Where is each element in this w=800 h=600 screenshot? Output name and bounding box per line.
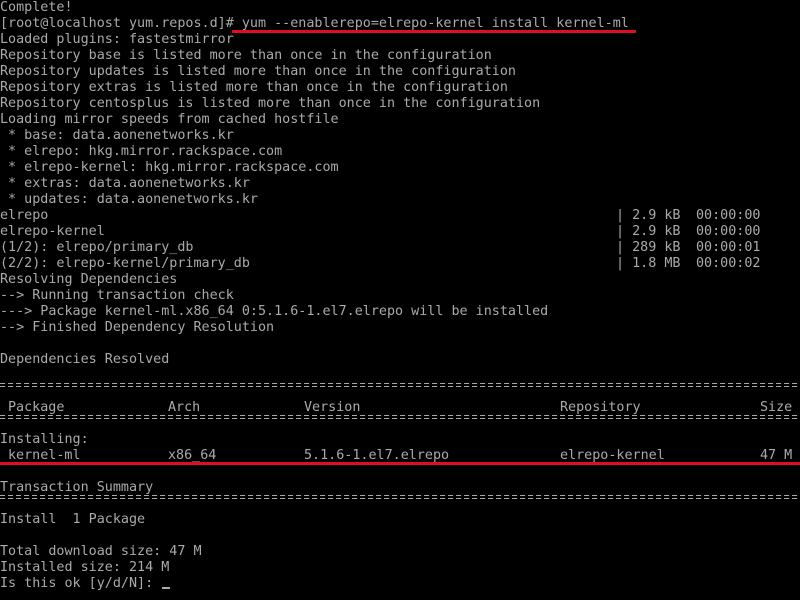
- row-underline: [0, 462, 800, 465]
- output-line: Repository extras is listed more than on…: [0, 80, 508, 95]
- output-line: Loaded plugins: fastestmirror: [0, 32, 234, 47]
- download-time: 00:00:01: [696, 240, 761, 255]
- separator-line: [0, 382, 800, 388]
- download-name: elrepo: [0, 208, 49, 223]
- download-size: | 2.9 kB: [616, 224, 681, 239]
- terminal-window[interactable]: Complete! [root@localhost yum.repos.d]# …: [0, 0, 800, 600]
- download-name: elrepo-kernel: [0, 224, 105, 239]
- summary-install: Install 1 Package: [0, 512, 146, 527]
- text-cursor: [162, 587, 171, 589]
- section-label: Installing:: [0, 432, 89, 447]
- download-name: (2/2): elrepo-kernel/primary_db: [0, 256, 250, 271]
- download-size: | 1.8 MB: [616, 256, 681, 271]
- summary-download-size: Total download size: 47 M: [0, 544, 202, 559]
- mirror-line: * base: data.aonenetworks.kr: [0, 128, 234, 143]
- download-row: elrepo-kernel | 2.9 kB 00:00:00: [0, 224, 800, 240]
- separator-line: [0, 414, 800, 420]
- output-line: Repository centosplus is listed more tha…: [0, 96, 541, 111]
- resolve-line: ---> Package kernel-ml.x86_64 0:5.1.6-1.…: [0, 304, 549, 319]
- download-row: (1/2): elrepo/primary_db | 289 kB 00:00:…: [0, 240, 800, 256]
- command-underline: [232, 30, 636, 33]
- download-name: (1/2): elrepo/primary_db: [0, 240, 194, 255]
- resolve-line: --> Running transaction check: [0, 288, 234, 303]
- output-line: Loading mirror speeds from cached hostfi…: [0, 112, 339, 127]
- download-row: elrepo | 2.9 kB 00:00:00: [0, 208, 800, 224]
- deps-resolved-line: Dependencies Resolved: [0, 352, 170, 367]
- download-time: 00:00:00: [696, 208, 761, 223]
- output-line: Repository updates is listed more than o…: [0, 64, 516, 79]
- summary-installed-size: Installed size: 214 M: [0, 560, 170, 575]
- mirror-line: * updates: data.aonenetworks.kr: [0, 192, 258, 207]
- resolve-line: Resolving Dependencies: [0, 272, 178, 287]
- download-size: | 289 kB: [616, 240, 681, 255]
- download-time: 00:00:00: [696, 224, 761, 239]
- download-size: | 2.9 kB: [616, 208, 681, 223]
- separator-line: [0, 494, 800, 500]
- mirror-line: * elrepo: hkg.mirror.rackspace.com: [0, 144, 283, 159]
- output-line: Complete!: [0, 0, 73, 15]
- output-line: Repository base is listed more than once…: [0, 48, 492, 63]
- mirror-line: * extras: data.aonenetworks.kr: [0, 176, 250, 191]
- download-time: 00:00:02: [696, 256, 761, 271]
- download-row: (2/2): elrepo-kernel/primary_db | 1.8 MB…: [0, 256, 800, 272]
- resolve-line: --> Finished Dependency Resolution: [0, 320, 275, 335]
- mirror-line: * elrepo-kernel: hkg.mirror.rackspace.co…: [0, 160, 339, 175]
- prompt-line[interactable]: Is this ok [y/d/N]:: [0, 576, 800, 592]
- prompt-text: Is this ok [y/d/N]:: [0, 576, 162, 591]
